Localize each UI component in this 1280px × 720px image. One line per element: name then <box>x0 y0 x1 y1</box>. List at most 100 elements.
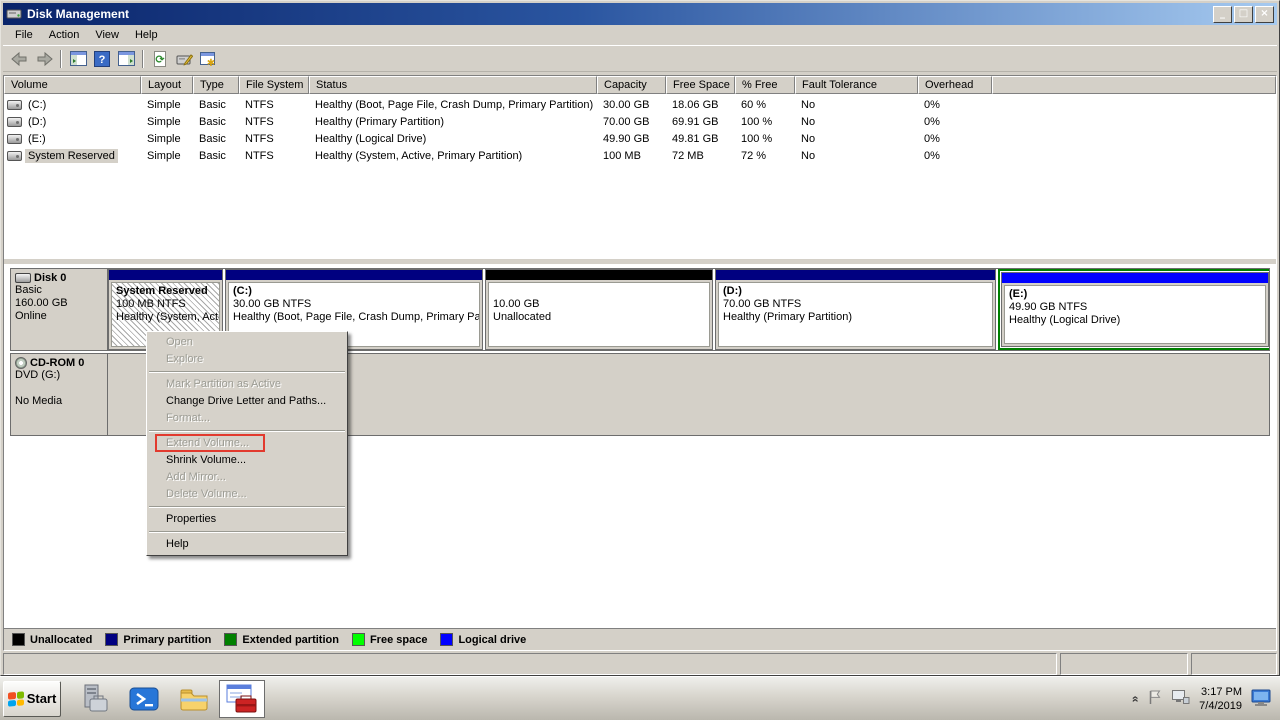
column-header-free[interactable]: % Free <box>735 76 795 94</box>
clock-date: 7/4/2019 <box>1199 699 1242 713</box>
partition-type-band <box>1002 273 1268 283</box>
partition-unallocated[interactable]: 10.00 GBUnallocated <box>485 269 713 350</box>
partition-status: Healthy (Primary Partition) <box>723 311 988 324</box>
volume-cell: (C:) <box>4 98 141 112</box>
menu-item-add-mirror: Add Mirror... <box>147 469 347 486</box>
volume-cell: (E:) <box>4 132 141 146</box>
close-button[interactable]: × <box>1255 6 1274 23</box>
column-header-volume[interactable]: Volume <box>4 76 141 94</box>
display-monitor-icon[interactable] <box>1251 688 1273 710</box>
legend-item-free-space: Free space <box>352 633 427 646</box>
show-hidden-icons-icon[interactable]: » <box>1128 695 1142 702</box>
start-button[interactable]: Start <box>3 681 61 717</box>
partition-size: 70.00 GB NTFS <box>723 298 988 311</box>
legend-label: Logical drive <box>458 634 526 646</box>
minimize-button[interactable]: _ <box>1213 6 1232 23</box>
cell-capacity: 100 MB <box>597 150 666 162</box>
disk-info-line: No Media <box>15 395 103 408</box>
disk-info-line: 160.00 GB <box>15 297 103 310</box>
menu-item-help[interactable]: Help <box>147 536 347 553</box>
refresh-icon[interactable]: ⟳ <box>148 48 172 70</box>
disk-management-app-icon <box>6 6 22 22</box>
table-row-e[interactable]: (E:)SimpleBasicNTFSHealthy (Logical Driv… <box>4 130 1276 147</box>
column-header-capacity[interactable]: Capacity <box>597 76 666 94</box>
cell-layout: Simple <box>141 133 193 145</box>
action-center-flag-icon[interactable] <box>1147 689 1162 708</box>
menu-item-change-drive-letter-and-paths[interactable]: Change Drive Letter and Paths... <box>147 393 347 410</box>
help-icon[interactable]: ? <box>90 48 114 70</box>
cell-capacity: 70.00 GB <box>597 116 666 128</box>
clock-time: 3:17 PM <box>1199 685 1242 699</box>
partition-size: 100 MB NTFS <box>116 298 215 311</box>
legend-item-logical-drive: Logical drive <box>440 633 526 646</box>
cell-status: Healthy (Boot, Page File, Crash Dump, Pr… <box>309 99 597 111</box>
show-console-tree-icon[interactable] <box>66 48 90 70</box>
menu-separator <box>149 531 345 533</box>
partition-name <box>493 284 705 298</box>
disk-label-disk-0[interactable]: Disk 0Basic160.00 GBOnline <box>11 269 108 350</box>
partition-d[interactable]: (D:)70.00 GB NTFSHealthy (Primary Partit… <box>715 269 996 350</box>
cell-status: Healthy (Primary Partition) <box>309 116 597 128</box>
table-row-system-reserved[interactable]: System ReservedSimpleBasicNTFSHealthy (S… <box>4 147 1276 164</box>
menu-item-properties[interactable]: Properties <box>147 511 347 528</box>
menu-help[interactable]: Help <box>127 26 166 44</box>
column-header-file-system[interactable]: File System <box>239 76 309 94</box>
volume-name: (D:) <box>25 115 49 129</box>
disk-management-task-button[interactable] <box>219 680 265 718</box>
menu-separator <box>149 506 345 508</box>
column-header-fault-tolerance[interactable]: Fault Tolerance <box>795 76 918 94</box>
cell-overhead: 0% <box>918 116 992 128</box>
partition-e[interactable]: (E:)49.90 GB NTFSHealthy (Logical Drive) <box>1001 272 1269 347</box>
cell-pct-free: 72 % <box>735 150 795 162</box>
volume-list-header: VolumeLayoutTypeFile SystemStatusCapacit… <box>4 76 1276 94</box>
menu-item-mark-partition-as-active: Mark Partition as Active <box>147 376 347 393</box>
menu-item-shrink-volume[interactable]: Shrink Volume... <box>147 452 347 469</box>
disk-label-cd-rom-0[interactable]: CD-ROM 0DVD (G:) No Media <box>11 354 108 435</box>
column-header-layout[interactable]: Layout <box>141 76 193 94</box>
column-header-overhead[interactable]: Overhead <box>918 76 992 94</box>
context-menu: OpenExploreMark Partition as ActiveChang… <box>146 331 348 556</box>
cell-pct-free: 60 % <box>735 99 795 111</box>
cell-pct-free: 100 % <box>735 133 795 145</box>
cell-free-space: 69.91 GB <box>666 116 735 128</box>
partition-body: (D:)70.00 GB NTFSHealthy (Primary Partit… <box>718 282 993 347</box>
column-header-status[interactable]: Status <box>309 76 597 94</box>
menu-file[interactable]: File <box>7 26 41 44</box>
server-manager-icon[interactable] <box>75 681 113 717</box>
menu-separator <box>149 430 345 432</box>
disk-info-line: DVD (G:) <box>15 369 103 382</box>
table-row-d[interactable]: (D:)SimpleBasicNTFSHealthy (Primary Part… <box>4 113 1276 130</box>
disk-name: CD-ROM 0 <box>30 357 84 369</box>
disk-info-line <box>15 382 103 395</box>
column-header-type[interactable]: Type <box>193 76 239 94</box>
rescan-disks-icon[interactable] <box>172 48 196 70</box>
legend-label: Extended partition <box>242 634 339 646</box>
maximize-button[interactable]: □ <box>1234 6 1253 23</box>
taskbar: Start » 3:17 PM 7/4/2019 <box>0 676 1280 720</box>
column-header-filler <box>992 76 1276 94</box>
powershell-icon[interactable] <box>125 681 163 717</box>
forward-icon[interactable] <box>32 48 56 70</box>
menu-view[interactable]: View <box>87 26 127 44</box>
column-header-free-space[interactable]: Free Space <box>666 76 735 94</box>
start-button-label: Start <box>27 691 57 706</box>
cell-file-system: NTFS <box>239 116 309 128</box>
toolbar: ? ⟳ ✱ <box>3 45 1277 72</box>
back-icon[interactable] <box>8 48 32 70</box>
cell-type: Basic <box>193 99 239 111</box>
table-row-c[interactable]: (C:)SimpleBasicNTFSHealthy (Boot, Page F… <box>4 96 1276 113</box>
network-icon[interactable] <box>1171 689 1190 708</box>
partition-body: 10.00 GBUnallocated <box>488 282 710 347</box>
partition-type-band <box>486 270 712 280</box>
menu-action[interactable]: Action <box>41 26 88 44</box>
volume-name: System Reserved <box>25 149 118 163</box>
volume-name: (C:) <box>25 98 49 112</box>
partition-size: 49.90 GB NTFS <box>1009 301 1261 314</box>
quick-launch <box>75 681 213 717</box>
legend-label: Free space <box>370 634 427 646</box>
clock[interactable]: 3:17 PM 7/4/2019 <box>1199 685 1242 713</box>
windows-explorer-icon[interactable] <box>175 681 213 717</box>
show-action-pane-icon[interactable] <box>114 48 138 70</box>
disk-settings-icon[interactable]: ✱ <box>196 48 220 70</box>
window-title: Disk Management <box>27 7 129 21</box>
